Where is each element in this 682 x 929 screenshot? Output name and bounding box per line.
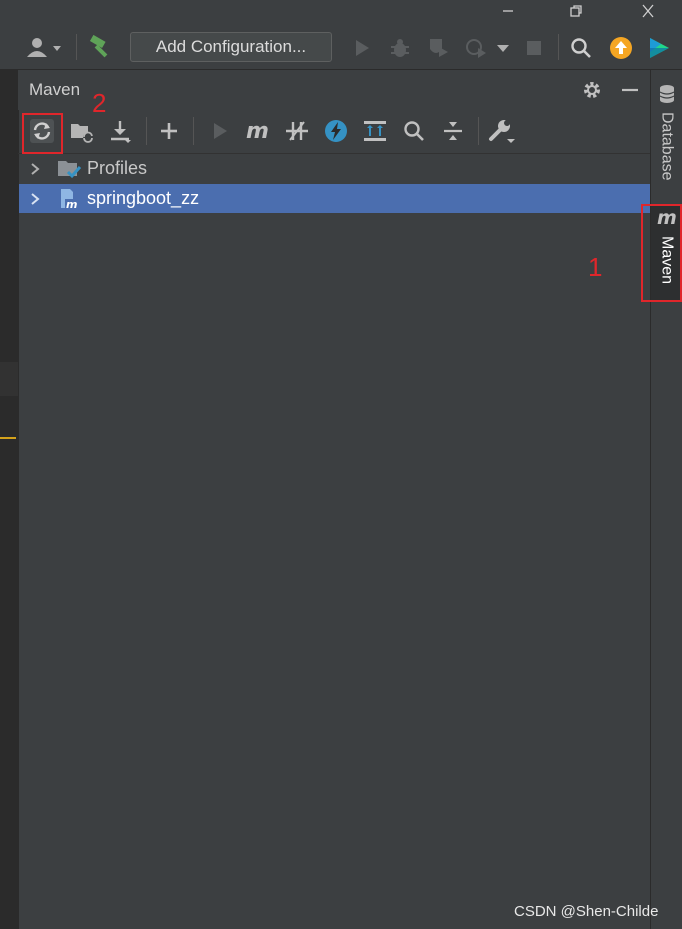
generate-sources-icon[interactable]	[66, 116, 96, 146]
main-toolbar: Add Configuration...	[0, 24, 682, 70]
search-icon[interactable]	[568, 35, 594, 61]
skip-tests-icon[interactable]	[321, 116, 351, 146]
tree-row-springboot-zz[interactable]: m springboot_zz	[19, 184, 650, 213]
hide-panel-icon[interactable]	[618, 78, 642, 102]
restore-icon[interactable]	[556, 0, 596, 22]
build-hammer-icon[interactable]	[86, 34, 116, 60]
editor-marker	[0, 437, 16, 439]
minimize-icon[interactable]	[488, 0, 528, 22]
right-tool-sidebar	[650, 70, 682, 929]
toolbox-icon[interactable]	[646, 35, 672, 61]
collapse-all-icon[interactable]	[438, 116, 468, 146]
maven-goal-icon[interactable]: m	[243, 116, 273, 146]
update-icon[interactable]	[608, 35, 634, 61]
tree-label-profiles: Profiles	[87, 158, 148, 178]
toggle-offline-icon[interactable]	[282, 116, 312, 146]
chevron-right-icon[interactable]	[29, 162, 45, 176]
tree-row-profiles[interactable]: Profiles	[19, 154, 650, 183]
watermark: CSDN @Shen-Childe	[514, 903, 659, 920]
user-icon[interactable]	[22, 34, 66, 60]
profiles-folder-icon	[57, 158, 83, 180]
run-icon[interactable]	[205, 116, 235, 146]
database-icon	[658, 84, 676, 108]
svg-text:m: m	[246, 119, 269, 144]
window-title-strip	[0, 0, 682, 24]
maven-title: Maven	[29, 80, 81, 99]
download-icon[interactable]	[105, 116, 135, 146]
run-icon[interactable]	[350, 36, 374, 60]
tree-label-springboot-zz: springboot_zz	[87, 188, 200, 208]
find-icon[interactable]	[399, 116, 429, 146]
add-configuration-button[interactable]: Add Configuration...	[130, 32, 332, 62]
stop-icon[interactable]	[522, 36, 546, 60]
tool-tab-database-label: Database	[658, 112, 676, 181]
editor-gutter-block	[0, 362, 18, 396]
run-dropdown-icon[interactable]	[494, 40, 512, 56]
gear-icon[interactable]	[580, 78, 604, 102]
close-icon[interactable]	[628, 0, 668, 22]
editor-left-strip	[0, 70, 18, 929]
maven-project-icon: m	[57, 188, 83, 210]
add-icon[interactable]	[154, 116, 184, 146]
debug-icon[interactable]	[388, 36, 412, 60]
maven-header	[18, 70, 650, 110]
toolbar-separator	[76, 34, 77, 60]
chevron-right-icon[interactable]	[29, 192, 45, 206]
tool-tab-database[interactable]: Database	[651, 84, 682, 181]
coverage-icon[interactable]	[424, 36, 452, 60]
annotation-marker-1: 1	[588, 252, 603, 282]
annotation-box-reload	[22, 113, 63, 154]
toolbar-separator	[558, 34, 559, 60]
settings-wrench-icon[interactable]	[486, 116, 516, 146]
toolbar-separator	[146, 117, 147, 145]
annotation-marker-2: 2	[92, 88, 107, 118]
profile-icon[interactable]	[462, 36, 490, 60]
annotation-box-maven-tab	[641, 204, 682, 302]
svg-text:m: m	[66, 198, 77, 210]
toolbar-separator	[478, 117, 479, 145]
show-dependencies-icon[interactable]	[360, 116, 390, 146]
toolbar-separator	[193, 117, 194, 145]
